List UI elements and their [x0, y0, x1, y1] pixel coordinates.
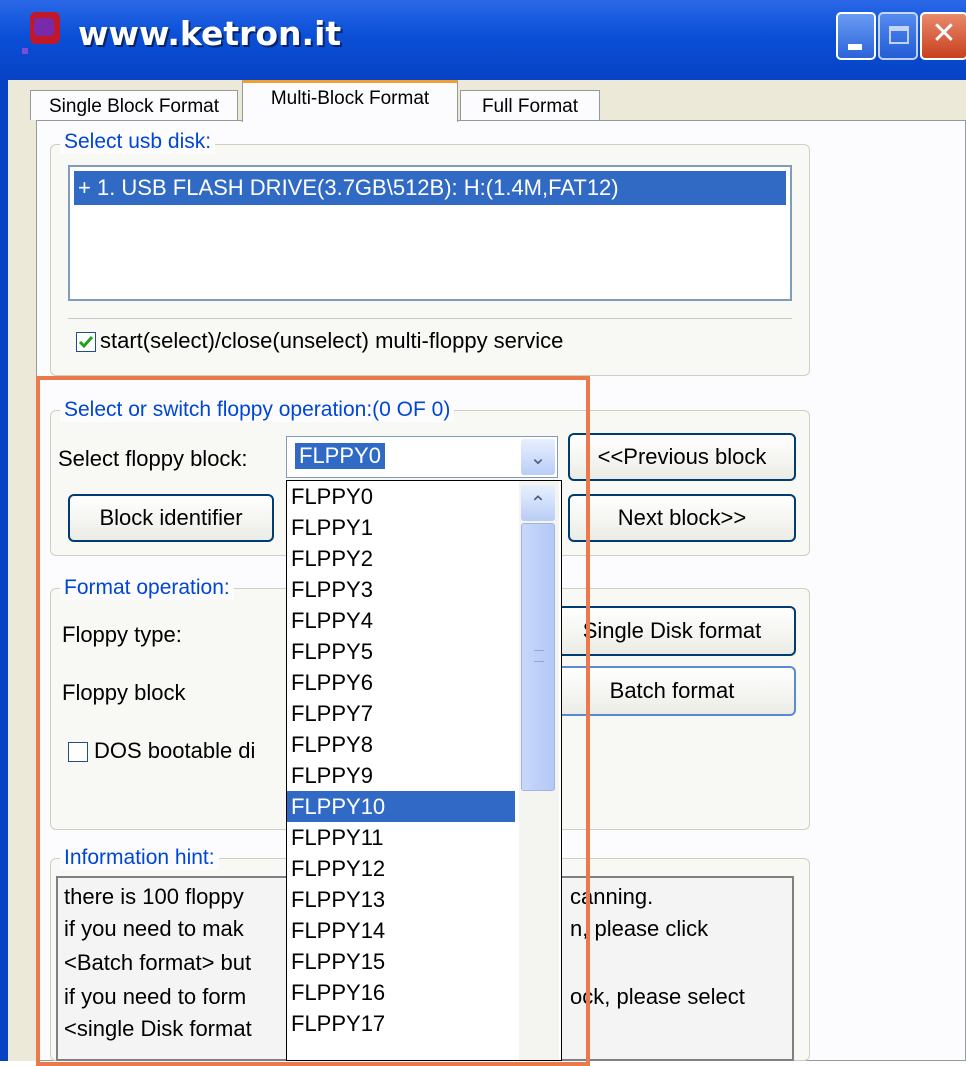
- hint-line: n, please click: [570, 916, 709, 941]
- tab-full-format[interactable]: Full Format: [460, 90, 600, 120]
- annotation-highlight: [36, 376, 590, 1066]
- hint-line: ock, please select: [570, 984, 745, 1009]
- maximize-icon: [889, 26, 909, 44]
- maximize-button[interactable]: [878, 12, 918, 60]
- next-block-button[interactable]: Next block>>: [568, 494, 796, 542]
- tab-multi-block-format[interactable]: Multi-Block Format: [242, 80, 458, 122]
- previous-block-button[interactable]: <<Previous block: [568, 433, 796, 481]
- close-button[interactable]: ✕: [920, 12, 966, 60]
- service-checkbox[interactable]: [76, 332, 96, 352]
- checkmark-icon: [78, 336, 94, 349]
- usb-disk-item[interactable]: + 1. USB FLASH DRIVE(3.7GB\512B): H:(1.4…: [74, 171, 786, 205]
- close-icon: ✕: [931, 16, 957, 51]
- window-frame: [0, 80, 8, 1061]
- usb-disk-legend: Select usb disk:: [60, 130, 216, 154]
- minimize-icon: [848, 44, 862, 50]
- service-checkbox-label: start(select)/close(unselect) multi-flop…: [100, 328, 564, 353]
- app-icon: [22, 12, 60, 54]
- tab-single-block-format[interactable]: Single Block Format: [30, 90, 238, 120]
- usb-disk-list[interactable]: + 1. USB FLASH DRIVE(3.7GB\512B): H:(1.4…: [68, 165, 792, 301]
- window-title: www.ketron.it: [78, 14, 342, 53]
- minimize-button[interactable]: [836, 12, 876, 60]
